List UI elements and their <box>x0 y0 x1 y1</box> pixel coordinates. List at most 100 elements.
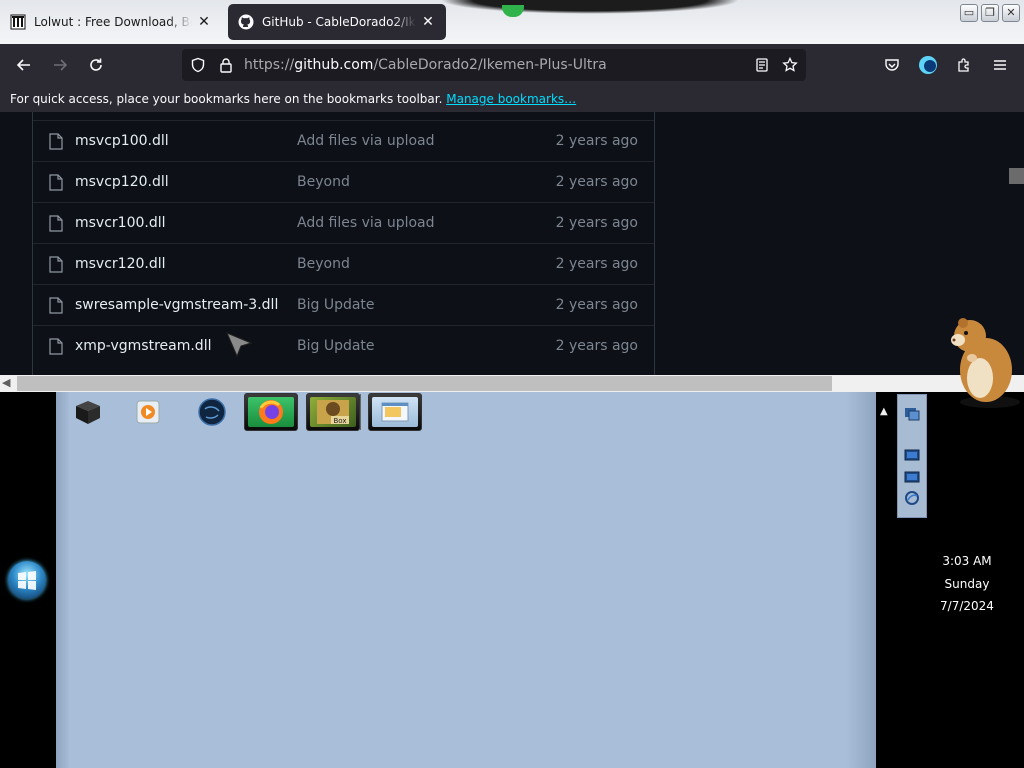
arrow-right-icon <box>54 59 68 71</box>
file-name-link[interactable]: msvcr120.dll <box>75 256 166 272</box>
puzzle-icon <box>958 58 969 72</box>
clock-day: Sunday <box>944 576 990 591</box>
file-name-link[interactable]: msvcr100.dll <box>75 215 166 231</box>
archive-icon <box>10 14 26 30</box>
taskbar-panel: Box <box>56 392 876 768</box>
url-text[interactable]: https://github.com/CableDorado2/Ikemen-P… <box>244 57 607 73</box>
manage-bookmarks-link[interactable]: Manage bookmarks… <box>446 92 576 106</box>
globe-icon <box>198 398 226 426</box>
quick-launch-item[interactable] <box>70 396 106 428</box>
back-button[interactable] <box>10 51 38 79</box>
minimize-button[interactable]: ▭ <box>960 4 978 22</box>
clock[interactable]: 3:03 AM Sunday 7/7/2024 <box>930 550 1004 618</box>
close-tab-button[interactable]: ✕ <box>420 14 436 30</box>
url-host: github.com <box>294 57 374 73</box>
commit-age: 2 years ago <box>555 133 638 149</box>
account-avatar-icon <box>919 56 937 74</box>
page-content: msvcp100.dll Add files via upload 2 year… <box>0 112 1024 392</box>
pocket-icon <box>885 59 899 71</box>
commit-age: 2 years ago <box>555 215 638 231</box>
folder-window-icon <box>381 402 409 422</box>
desktop: Box ▲ 3:03 AM Sunday 7/7/2024 <box>0 392 1024 768</box>
network-icon[interactable] <box>904 407 920 421</box>
restore-button[interactable]: ❐ <box>981 4 999 22</box>
arrow-left-icon <box>16 59 30 71</box>
address-bar[interactable]: https://github.com/CableDorado2/Ikemen-P… <box>182 49 806 81</box>
firefox-icon <box>259 400 283 424</box>
extensions-button[interactable] <box>950 51 978 79</box>
reload-icon <box>90 58 102 71</box>
mouse-cursor-icon <box>226 332 253 358</box>
github-icon <box>238 14 254 30</box>
horizontal-scroll-thumb[interactable] <box>17 376 832 391</box>
boxart-icon: Box <box>317 400 349 425</box>
commit-message-link[interactable]: Big Update <box>297 338 375 354</box>
tab-strip: Lolwut : Free Download, Borrow ✕ GitHub … <box>0 0 1024 44</box>
pocket-button[interactable] <box>878 51 906 79</box>
file-icon <box>49 174 63 191</box>
tray-expand-icon[interactable]: ▲ <box>880 406 888 417</box>
windows-logo-icon <box>18 571 36 590</box>
tab-lolwut[interactable]: Lolwut : Free Download, Borrow ✕ <box>0 4 222 40</box>
file-icon <box>49 215 63 232</box>
start-button[interactable] <box>8 561 46 599</box>
commit-message-link[interactable]: Add files via upload <box>297 133 435 149</box>
file-icon <box>49 297 63 314</box>
bookmarks-hint-text: For quick access, place your bookmarks h… <box>10 92 443 106</box>
file-list: msvcp100.dll Add files via upload 2 year… <box>32 112 655 380</box>
commit-message-link[interactable]: Big Update <box>297 297 375 313</box>
menu-button[interactable] <box>986 51 1014 79</box>
file-name-link[interactable]: swresample-vgmstream-3.dll <box>75 297 278 313</box>
commit-message-link[interactable]: Beyond <box>297 174 350 190</box>
hamburger-menu-icon <box>994 60 1006 70</box>
tab-github[interactable]: GitHub - CableDorado2/Ikemen-Plus-Ultra … <box>228 4 446 40</box>
commit-age: 2 years ago <box>555 297 638 313</box>
horizontal-scrollbar[interactable]: ◀ <box>0 375 1024 392</box>
file-name-link[interactable]: msvcp100.dll <box>75 133 169 149</box>
bookmark-star-icon[interactable] <box>780 55 800 75</box>
forward-button[interactable] <box>46 51 74 79</box>
clock-time: 3:03 AM <box>942 554 992 568</box>
file-icon <box>49 133 63 150</box>
quick-launch-item[interactable] <box>130 396 166 428</box>
commit-message-link[interactable]: Beyond <box>297 256 350 272</box>
file-name-link[interactable]: xmp-vgmstream.dll <box>75 338 211 354</box>
box-label: Box <box>333 417 346 425</box>
reader-view-icon[interactable] <box>752 55 772 75</box>
window-controls: ▭ ❐ ✕ <box>960 4 1020 22</box>
media-player-icon <box>136 400 160 424</box>
tab-title: Lolwut : Free Download, Borrow <box>34 15 192 29</box>
file-row[interactable]: msvcp100.dll Add files via upload 2 year… <box>33 120 654 161</box>
file-row[interactable]: msvcr120.dll Beyond 2 years ago <box>33 243 654 284</box>
black-box-icon <box>76 401 100 424</box>
file-row[interactable]: msvcr100.dll Add files via upload 2 year… <box>33 202 654 243</box>
shield-icon[interactable] <box>188 55 208 75</box>
bookmarks-toolbar: For quick access, place your bookmarks h… <box>0 86 1024 112</box>
commit-message-link[interactable]: Add files via upload <box>297 215 435 231</box>
close-window-button[interactable]: ✕ <box>1002 4 1020 22</box>
hamster-mascot-icon <box>951 318 1020 408</box>
clock-date: 7/7/2024 <box>940 599 994 613</box>
file-row[interactable]: xmp-vgmstream.dll Big Update 2 years ago <box>33 325 654 366</box>
taskbar-button-folder[interactable] <box>368 393 422 431</box>
scroll-left-icon[interactable]: ◀ <box>2 376 10 389</box>
url-prefix: https:// <box>244 57 295 73</box>
close-tab-button[interactable]: ✕ <box>196 14 212 30</box>
taskbar-button-firefox[interactable] <box>244 393 298 431</box>
system-tray <box>897 394 927 518</box>
browser-tray-icon[interactable] <box>904 491 920 505</box>
titlebar-decoration <box>440 0 740 14</box>
monitor-icon[interactable] <box>904 471 920 485</box>
commit-age: 2 years ago <box>555 338 638 354</box>
display-icon[interactable] <box>904 449 920 463</box>
file-icon <box>49 338 63 355</box>
reload-button[interactable] <box>82 51 110 79</box>
file-name-link[interactable]: msvcp120.dll <box>75 174 169 190</box>
lock-icon[interactable] <box>216 55 236 75</box>
vertical-scroll-thumb[interactable] <box>1009 168 1024 184</box>
file-row[interactable]: msvcp120.dll Beyond 2 years ago <box>33 161 654 202</box>
taskbar-button-boxart[interactable]: Box <box>306 393 360 431</box>
quick-launch-item[interactable] <box>194 396 230 428</box>
file-row[interactable]: swresample-vgmstream-3.dll Big Update 2 … <box>33 284 654 325</box>
account-button[interactable] <box>914 51 942 79</box>
